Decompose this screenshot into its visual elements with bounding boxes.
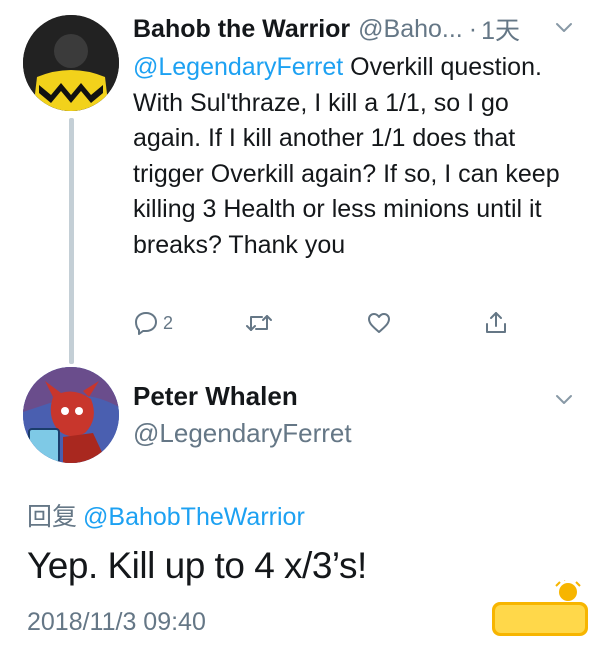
chevron-down-icon[interactable] xyxy=(553,16,575,43)
avatar-image xyxy=(23,367,119,463)
author-handle[interactable]: @Baho... xyxy=(358,15,463,44)
action-bar: 2 xyxy=(133,306,513,340)
separator-dot: · xyxy=(468,14,478,43)
tweet-timestamp[interactable]: 2018/11/3 09:40 xyxy=(27,608,206,637)
chevron-down-icon[interactable] xyxy=(553,388,575,415)
tweet-body: Overkill question. With Sul'thraze, I ki… xyxy=(133,53,560,259)
reply-button[interactable]: 2 xyxy=(133,306,173,340)
replying-label: 回复 xyxy=(27,503,78,531)
tweet-text: @LegendaryFerret Overkill question. With… xyxy=(133,50,573,263)
tweet-time[interactable]: 1天 xyxy=(481,11,520,47)
share-button[interactable] xyxy=(483,306,509,340)
tweet-text: Yep. Kill up to 4 x/3’s! xyxy=(27,545,367,586)
reply-header: Bahob the Warrior @Baho... · 1天 xyxy=(133,11,583,47)
like-button[interactable] xyxy=(366,306,392,340)
retweet-icon xyxy=(246,315,272,331)
author-name[interactable]: Bahob the Warrior xyxy=(133,15,350,44)
like-icon xyxy=(368,313,390,333)
thread-line xyxy=(69,118,74,364)
reply-icon xyxy=(135,312,157,335)
author-name[interactable]: Peter Whalen xyxy=(133,381,298,412)
avatar[interactable] xyxy=(23,15,119,111)
replying-to: 回复 @BahobTheWarrior xyxy=(27,497,305,533)
share-icon xyxy=(486,312,506,333)
avatar[interactable] xyxy=(23,367,119,463)
avatar-image xyxy=(23,15,119,111)
mention-link[interactable]: @BahobTheWarrior xyxy=(83,503,305,531)
watermark-logo xyxy=(490,577,592,640)
mention-link[interactable]: @LegendaryFerret xyxy=(133,53,343,81)
retweet-button[interactable] xyxy=(245,306,273,340)
author-handle[interactable]: @LegendaryFerret xyxy=(133,418,352,449)
reply-count: 2 xyxy=(163,312,174,333)
